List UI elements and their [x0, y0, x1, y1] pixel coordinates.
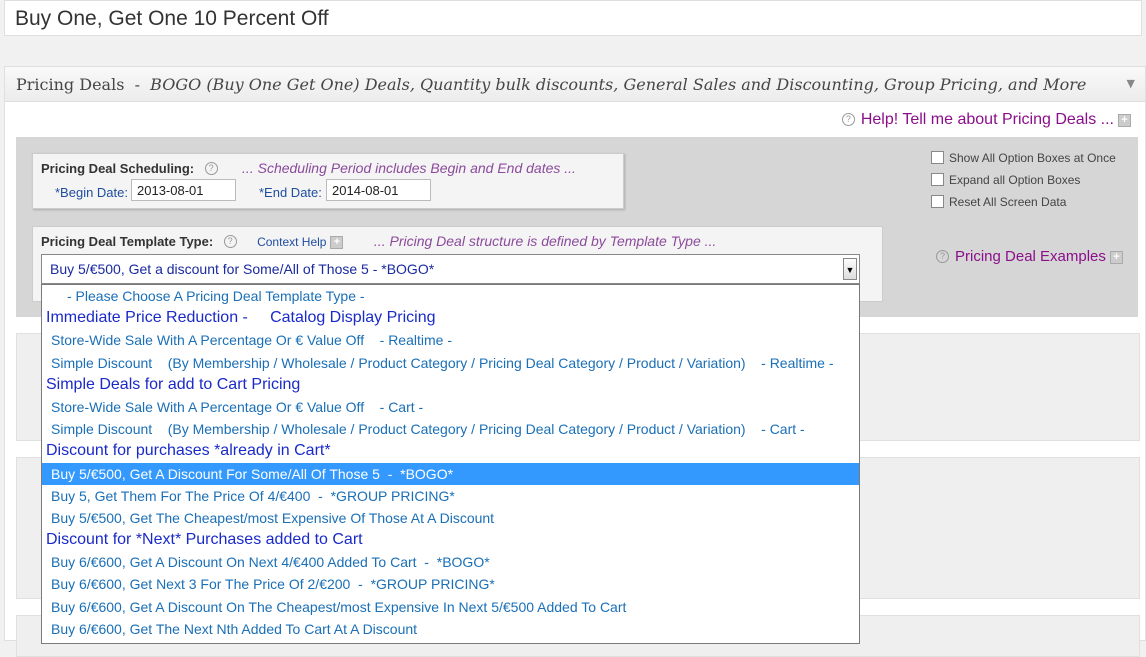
scheduling-label: Pricing Deal Scheduling:	[41, 161, 195, 176]
dropdown-option[interactable]: Simple Discount (By Membership / Wholesa…	[42, 352, 859, 374]
post-title-field[interactable]: Buy One, Get One 10 Percent Off	[4, 0, 1142, 36]
template-note: ... Pricing Deal structure is defined by…	[373, 233, 717, 249]
dropdown-arrow-icon[interactable]: ▼	[843, 258, 857, 280]
help-link-row[interactable]: ? Help! Tell me about Pricing Deals ... +	[841, 111, 1131, 129]
screen-options: Show All Option Boxes at Once Expand all…	[931, 151, 1116, 217]
dropdown-option[interactable]: Buy 5/€500, Get A Discount For Some/All …	[42, 462, 859, 485]
examples-help-icon: ?	[936, 250, 949, 263]
collapse-arrow-icon[interactable]: ▼	[1127, 77, 1135, 90]
expand-all-label: Expand all Option Boxes	[949, 173, 1081, 187]
dropdown-option[interactable]: Buy 5/€500, Get The Cheapest/most Expens…	[42, 507, 859, 529]
dropdown-option[interactable]: - Please Choose A Pricing Deal Template …	[42, 285, 859, 307]
scheduling-note: ... Scheduling Period includes Begin and…	[242, 160, 576, 176]
metabox-title-main: Pricing Deals	[16, 75, 125, 94]
begin-date-input[interactable]: 2013-08-01	[131, 179, 236, 201]
dropdown-option[interactable]: Buy 6/€600, Get A Discount On Next 4/€40…	[42, 551, 859, 573]
expand-all-option[interactable]: Expand all Option Boxes	[931, 173, 1116, 187]
examples-link[interactable]: Pricing Deal Examples	[955, 248, 1106, 265]
template-type-select[interactable]: Buy 5/€500, Get a discount for Some/All …	[41, 254, 860, 284]
scheduling-help-icon[interactable]: ?	[204, 162, 218, 175]
scheduling-box: Pricing Deal Scheduling: ? ... Schedulin…	[32, 153, 624, 209]
post-title-text: Buy One, Get One 10 Percent Off	[15, 7, 329, 30]
template-help-icon[interactable]: ?	[223, 235, 237, 248]
template-type-label: Pricing Deal Template Type:	[41, 234, 214, 249]
template-selected-value: Buy 5/€500, Get a discount for Some/All …	[50, 261, 435, 277]
dropdown-option[interactable]: Buy 6/€600, Get A Discount On The Cheape…	[42, 596, 859, 618]
reset-label: Reset All Screen Data	[949, 195, 1067, 209]
template-type-dropdown-list[interactable]: - Please Choose A Pricing Deal Template …	[41, 284, 860, 644]
end-date-input[interactable]: 2014-08-01	[326, 179, 431, 201]
dropdown-option[interactable]: Store-Wide Sale With A Percentage Or € V…	[42, 329, 859, 351]
dropdown-option[interactable]: Simple Discount (By Membership / Wholesa…	[42, 418, 859, 440]
reset-checkbox[interactable]	[931, 195, 944, 208]
examples-plus-icon[interactable]: +	[1109, 251, 1123, 264]
expand-all-checkbox[interactable]	[931, 173, 944, 186]
examples-link-row[interactable]: ? Pricing Deal Examples +	[936, 248, 1123, 265]
dropdown-optgroup-label: Simple Deals for add to Cart Pricing	[46, 375, 301, 393]
question-icon: ?	[841, 113, 855, 126]
dropdown-option[interactable]: Store-Wide Sale With A Percentage Or € V…	[42, 396, 859, 418]
context-help-link[interactable]: Context Help	[257, 235, 326, 249]
metabox-title-rest: BOGO (Buy One Get One) Deals, Quantity b…	[150, 75, 1087, 94]
show-all-option[interactable]: Show All Option Boxes at Once	[931, 151, 1116, 165]
show-all-checkbox[interactable]	[931, 151, 944, 164]
dropdown-option[interactable]: Buy 5, Get Them For The Price Of 4/€400 …	[42, 485, 859, 507]
metabox-title-sep: -	[134, 75, 140, 94]
reset-option[interactable]: Reset All Screen Data	[931, 195, 1116, 209]
dropdown-optgroup-label: Discount for purchases *already in Cart*	[46, 442, 331, 460]
help-link[interactable]: Help! Tell me about Pricing Deals ...	[861, 111, 1114, 128]
show-all-label: Show All Option Boxes at Once	[949, 151, 1116, 165]
dropdown-optgroup-label: Discount for *Next* Purchases added to C…	[46, 531, 363, 549]
dropdown-optgroup-label: Immediate Price Reduction - Catalog Disp…	[46, 309, 436, 327]
dropdown-option[interactable]: Buy 6/€600, Get Next 3 For The Price Of …	[42, 573, 859, 595]
metabox-title: Pricing Deals - BOGO (Buy One Get One) D…	[16, 75, 1086, 94]
expand-plus-icon[interactable]: +	[1118, 114, 1131, 127]
context-help-plus-icon[interactable]: +	[330, 236, 344, 249]
begin-date-label: *Begin Date:	[55, 185, 128, 200]
dropdown-option[interactable]: Buy 6/€600, Get The Next Nth Added To Ca…	[42, 618, 859, 640]
metabox-header[interactable]: Pricing Deals - BOGO (Buy One Get One) D…	[5, 67, 1145, 102]
end-date-label: *End Date:	[259, 185, 322, 200]
